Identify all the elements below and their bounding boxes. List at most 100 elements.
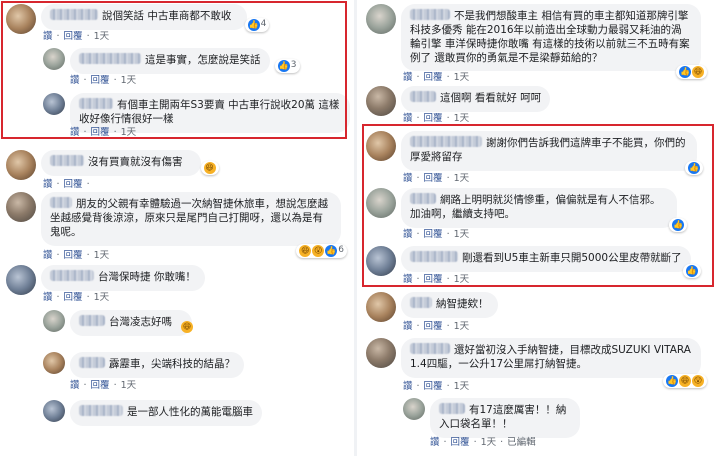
avatar[interactable]	[366, 4, 396, 34]
avatar[interactable]	[43, 352, 65, 374]
avatar[interactable]	[6, 265, 36, 295]
comment-text: 不是我們想酸車主 相信有買的車主都知道那牌引擎科技多優秀 能在2016年以前造出…	[410, 10, 690, 64]
avatar[interactable]	[366, 338, 396, 368]
reply-link[interactable]: 回覆	[64, 250, 83, 261]
reply-link[interactable]: 回覆	[451, 437, 470, 448]
avatar[interactable]	[43, 310, 65, 332]
comment: 還好當初沒入手納智捷，目標改成SUZUKI VITARA 1.4四驅，一公升17…	[366, 338, 707, 388]
commenter-name[interactable]	[79, 315, 105, 326]
reaction-count[interactable]: 😆 😮 👍 6	[296, 243, 347, 258]
separator-dot: ·	[500, 437, 504, 448]
like-link[interactable]: 讚	[403, 381, 413, 392]
commenter-name[interactable]	[410, 91, 436, 102]
wow-reaction-icon: 😮	[312, 244, 325, 257]
comment-text: 台灣凌志好嗎	[109, 316, 172, 328]
comment-time[interactable]: 1天	[454, 321, 470, 332]
haha-reaction-icon: 😆	[203, 161, 216, 174]
comment-bubble: 納智捷欸！	[401, 292, 498, 318]
comment-actions: 讚 · 回覆 · 1天	[403, 318, 473, 332]
highlight-frame	[1, 1, 347, 139]
reaction-count[interactable]: 👍 😆	[676, 65, 707, 80]
reply-link[interactable]: 回覆	[424, 321, 443, 332]
separator-dot: ·	[473, 437, 477, 448]
separator-dot: ·	[416, 113, 420, 124]
reaction-count-number: 6	[338, 244, 344, 255]
commenter-name[interactable]	[79, 405, 123, 416]
separator-dot: ·	[56, 179, 60, 190]
comment-text: 這個啊 看看就好 呵呵	[440, 92, 542, 104]
comment-time[interactable]: 1天	[454, 381, 470, 392]
comment-actions: 讚 · 回覆 · 1天	[403, 69, 473, 83]
like-link[interactable]: 讚	[43, 292, 53, 303]
commenter-name[interactable]	[79, 357, 105, 368]
comment-bubble: 還好當初沒入手納智捷，目標改成SUZUKI VITARA 1.4四驅，一公升17…	[401, 338, 707, 388]
like-link[interactable]: 讚	[70, 380, 80, 391]
commenter-name[interactable]	[50, 155, 84, 166]
separator-dot: ·	[416, 321, 420, 332]
comment-time[interactable]: 1天	[454, 113, 470, 124]
like-reaction-icon: 👍	[679, 66, 691, 79]
separator-dot: ·	[113, 380, 117, 391]
comment-actions: 讚 · 回覆 · 1天	[403, 110, 473, 124]
edited-label[interactable]: 已編輯	[507, 437, 536, 448]
like-link[interactable]: 讚	[403, 321, 413, 332]
like-link[interactable]: 讚	[43, 250, 53, 261]
haha-reaction-icon: 😆	[692, 66, 704, 79]
commenter-name[interactable]	[410, 297, 432, 308]
separator-dot: ·	[446, 321, 450, 332]
comment-bubble: 霹靂車，尖端科技的結晶？	[70, 352, 244, 378]
reaction-count[interactable]: 😆	[200, 160, 219, 175]
comment-bubble: 是一部人性化的萬能電腦車	[70, 400, 262, 426]
haha-reaction-icon: 😆	[181, 320, 193, 333]
like-link[interactable]: 讚	[403, 72, 413, 83]
comment: 沒有買賣就沒有傷害 😆	[6, 150, 219, 180]
comment-time[interactable]: 1天	[94, 250, 110, 261]
avatar[interactable]	[403, 398, 425, 420]
separator-dot: ·	[56, 250, 60, 261]
reply-link[interactable]: 回覆	[424, 113, 443, 124]
separator-dot: ·	[416, 72, 420, 83]
comment-text: 台灣保時捷 你敢嘴！	[98, 271, 196, 283]
reply-link[interactable]: 回覆	[64, 292, 83, 303]
separator-dot: ·	[86, 250, 90, 261]
comment-actions: 讚 · 回覆 · 1天	[43, 247, 113, 261]
reply-link[interactable]: 回覆	[64, 179, 83, 190]
separator-dot: ·	[446, 381, 450, 392]
comment-time[interactable]: 1天	[481, 437, 497, 448]
comment-actions: 讚 · 回覆 ·	[43, 176, 98, 190]
like-link[interactable]: 讚	[403, 113, 413, 124]
comment-bubble: 這個啊 看看就好 呵呵	[401, 86, 551, 112]
separator-dot: ·	[56, 292, 60, 303]
like-link[interactable]: 讚	[430, 437, 440, 448]
commenter-name[interactable]	[410, 9, 450, 20]
reply-link[interactable]: 回覆	[424, 381, 443, 392]
avatar[interactable]	[43, 400, 65, 422]
like-reaction-icon: 👍	[666, 374, 678, 387]
reaction-count[interactable]: 👍 😆 😮	[663, 373, 707, 388]
reply-link[interactable]: 回覆	[91, 380, 110, 391]
commenter-name[interactable]	[410, 343, 450, 354]
commenter-name[interactable]	[50, 197, 72, 208]
like-link[interactable]: 讚	[43, 179, 53, 190]
wow-reaction-icon: 😮	[692, 374, 704, 387]
commenter-name[interactable]	[439, 403, 465, 414]
reply-link[interactable]: 回覆	[424, 72, 443, 83]
comment-bubble: 台灣凌志好嗎 😆	[70, 310, 193, 336]
haha-reaction-icon: 😆	[299, 244, 312, 257]
comment-actions: 讚 · 回覆 · 1天	[43, 289, 113, 303]
comment-time[interactable]: 1天	[121, 380, 137, 391]
separator-dot: ·	[446, 113, 450, 124]
comment-time[interactable]: 1天	[454, 72, 470, 83]
comment-text: 還好當初沒入手納智捷，目標改成SUZUKI VITARA 1.4四驅，一公升17…	[410, 344, 691, 370]
reaction-count[interactable]: 😆	[178, 320, 196, 334]
commenter-name[interactable]	[50, 270, 94, 281]
comment: 不是我們想酸車主 相信有買的車主都知道那牌引擎科技多優秀 能在2016年以前造出…	[366, 4, 707, 80]
comment-actions: 讚 · 回覆 · 1天	[70, 377, 140, 391]
reply-comment: 有17這麼厲害！！納入口袋名單！！	[403, 398, 580, 438]
comment-time[interactable]: 1天	[94, 292, 110, 303]
avatar[interactable]	[366, 292, 396, 322]
avatar[interactable]	[366, 86, 396, 116]
avatar[interactable]	[6, 150, 36, 180]
comment-text: 朋友的父親有幸體驗過一次納智捷休旅車，想說怎麼越坐越感覺背後涼涼，原來只是尾門自…	[50, 198, 328, 238]
avatar[interactable]	[6, 192, 36, 222]
